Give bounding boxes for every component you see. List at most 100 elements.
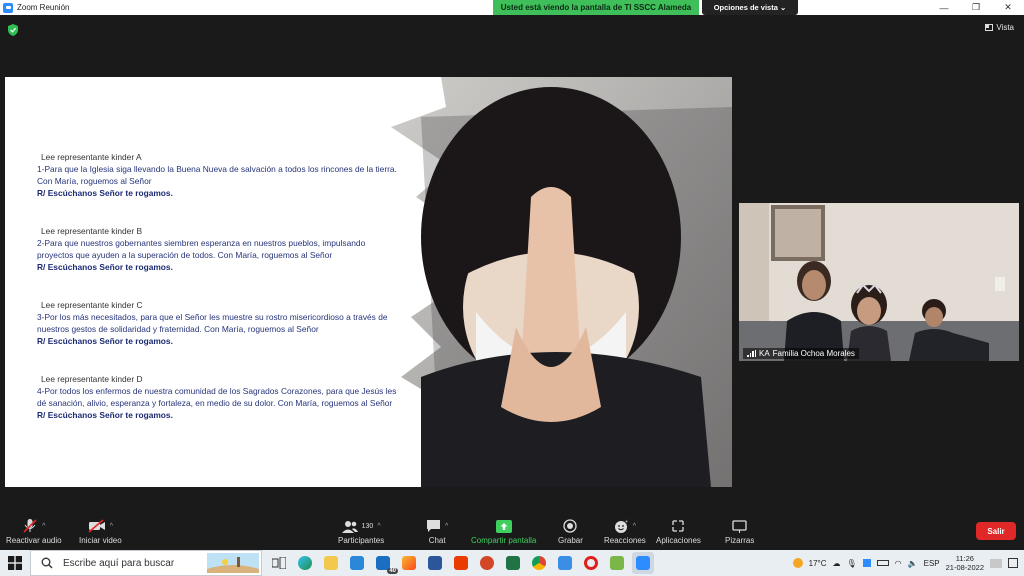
prayer-block: Lee representante kinder A 1-Para que la…	[37, 151, 399, 199]
participants-options-caret[interactable]: ^	[377, 523, 380, 530]
svg-text:+: +	[625, 519, 628, 525]
prayer-text: 3-Por los más necesitados, para que el S…	[37, 312, 388, 334]
start-video-button[interactable]: ^ Iniciar video	[79, 517, 122, 545]
windows-taskbar: Escribe aquí para buscar 40 17°C ☁ 🎙 ◠ 🔈…	[0, 550, 1024, 576]
taskbar-clock[interactable]: 11:26 21-08-2022	[946, 554, 984, 572]
wifi-icon[interactable]: ◠	[895, 559, 902, 568]
taskbar-search-box[interactable]: Escribe aquí para buscar	[30, 550, 262, 576]
minimize-icon[interactable]: —	[928, 0, 960, 15]
participant-name: Familia Ochoa Morales	[772, 349, 855, 358]
mail-icon[interactable]: 40	[372, 552, 398, 574]
reader-label: Lee representante kinder C	[41, 300, 143, 310]
weather-icon[interactable]	[792, 558, 803, 568]
screen-share-banner: Usted está viendo la pantalla de TI SSCC…	[493, 0, 699, 15]
video-options-caret[interactable]: ^	[110, 523, 113, 530]
participant-name-tag: KA Familia Ochoa Morales	[743, 348, 859, 359]
view-options-label: Opciones de vista	[713, 3, 778, 12]
volume-icon[interactable]: 🔈	[908, 559, 918, 568]
search-highlight-illustration	[207, 553, 259, 573]
file-explorer-icon[interactable]	[320, 552, 342, 574]
windows-logo-icon	[8, 556, 22, 570]
microphone-tray-icon[interactable]: 🎙	[847, 559, 857, 568]
record-icon	[563, 519, 578, 533]
signal-strength-icon	[747, 350, 756, 357]
share-screen-label: Compartir pantalla	[471, 536, 537, 545]
app-tray-icon[interactable]	[862, 559, 871, 567]
video-off-icon	[88, 519, 105, 533]
maximize-icon[interactable]: ❐	[960, 0, 992, 15]
prayer-response: R/ Escúchanos Señor te rogamos.	[37, 262, 173, 272]
paint-icon[interactable]	[398, 552, 420, 574]
praying-child-photo	[391, 77, 732, 487]
app-icon[interactable]	[554, 552, 576, 574]
start-video-label: Iniciar video	[79, 536, 122, 545]
taskbar-pinned-apps: 40	[268, 552, 654, 574]
mail-badge: 40	[387, 568, 398, 574]
reactions-button[interactable]: + ^ Reacciones	[604, 517, 646, 546]
cloud-icon[interactable]: ☁	[833, 559, 841, 568]
chevron-down-icon: ⌄	[780, 3, 787, 12]
meeting-toolbar: ^ Reactivar audio ^ Iniciar video 130 ^ P…	[0, 517, 1024, 550]
zoom-app-icon	[3, 2, 13, 13]
window-controls: — ❐ ✕	[928, 0, 1024, 15]
share-screen-button[interactable]: Compartir pantalla	[471, 517, 536, 545]
meeting-area: Vista Lee representante kinder A 1-Para …	[0, 15, 1024, 517]
whiteboard-icon	[732, 519, 747, 533]
view-button[interactable]: Vista	[985, 23, 1014, 32]
reactions-smiley-icon: +	[614, 519, 628, 533]
prayer-block: Lee representante kinder C 3-Por los más…	[37, 299, 399, 347]
unmute-button[interactable]: ^ Reactivar audio	[6, 517, 62, 545]
share-screen-icon	[495, 519, 512, 533]
chat-label: Chat	[428, 536, 446, 545]
battery-icon[interactable]	[876, 560, 889, 566]
clock-time: 11:26	[955, 554, 974, 563]
powerpoint-icon[interactable]	[476, 552, 498, 574]
apps-button[interactable]: Aplicaciones	[656, 517, 701, 545]
apps-icon	[672, 520, 685, 532]
chat-button[interactable]: ^ Chat	[426, 517, 448, 545]
view-options-button[interactable]: Opciones de vista ⌄	[702, 0, 798, 15]
store-icon[interactable]	[346, 552, 368, 574]
unmute-label: Reactivar audio	[6, 536, 62, 545]
widgets-icon[interactable]	[990, 558, 1002, 568]
input-language[interactable]: ESP	[924, 559, 940, 568]
view-label: Vista	[996, 23, 1014, 32]
participant-video-tile[interactable]: KA Familia Ochoa Morales	[739, 203, 1019, 361]
close-icon[interactable]: ✕	[992, 0, 1024, 15]
apps-label: Aplicaciones	[656, 536, 701, 545]
notifications-icon[interactable]	[1008, 558, 1018, 568]
excel-icon[interactable]	[502, 552, 524, 574]
audio-options-caret[interactable]: ^	[42, 523, 45, 530]
participants-count: 130	[361, 522, 374, 530]
temperature[interactable]: 17°C	[809, 559, 827, 568]
muted-microphone-icon	[23, 519, 37, 533]
chat-options-caret[interactable]: ^	[445, 523, 448, 530]
shared-screen: Lee representante kinder A 1-Para que la…	[5, 77, 732, 487]
prayer-block: Lee representante kinder B 2-Para que nu…	[37, 225, 399, 273]
prayer-block: Lee representante kinder D 4-Por todos l…	[37, 373, 399, 421]
leave-meeting-button[interactable]: Salir	[976, 522, 1016, 540]
whiteboards-label: Pizarras	[725, 536, 755, 545]
clock-date: 21-08-2022	[945, 563, 984, 572]
chrome-icon[interactable]	[528, 552, 550, 574]
reader-label: Lee representante kinder D	[41, 374, 143, 384]
prayer-response: R/ Escúchanos Señor te rogamos.	[37, 188, 173, 198]
security-shield-icon[interactable]	[8, 24, 18, 36]
prayer-response: R/ Escúchanos Señor te rogamos.	[37, 410, 173, 420]
office-icon[interactable]	[450, 552, 472, 574]
participants-button[interactable]: 130 ^ Participantes	[338, 517, 384, 545]
grid-view-icon	[985, 24, 994, 31]
zoom-taskbar-icon[interactable]	[632, 552, 654, 574]
window-title: Zoom Reunión	[17, 3, 70, 12]
word-icon[interactable]	[424, 552, 446, 574]
system-tray: 17°C ☁ 🎙 ◠ 🔈 ESP 11:26 21-08-2022	[792, 550, 1024, 576]
opera-icon[interactable]	[580, 552, 602, 574]
people-icon[interactable]	[606, 552, 628, 574]
reactions-label: Reacciones	[604, 536, 646, 545]
edge-icon[interactable]	[294, 552, 316, 574]
record-button[interactable]: Grabar	[558, 517, 583, 545]
start-button[interactable]	[0, 550, 30, 576]
whiteboards-button[interactable]: Pizarras	[725, 517, 754, 545]
task-view-icon[interactable]	[268, 552, 290, 574]
reactions-options-caret[interactable]: ^	[633, 523, 636, 530]
